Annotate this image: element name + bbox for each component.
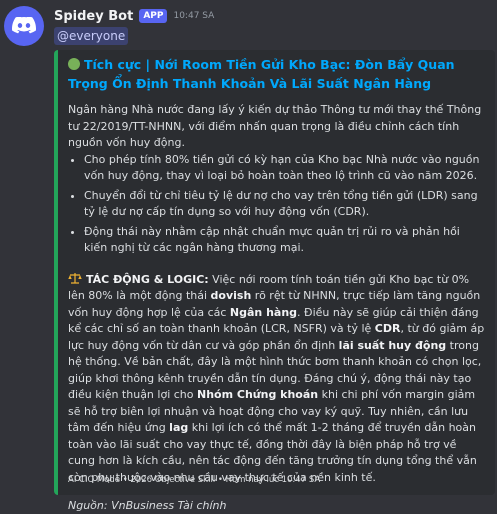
list-item: Cho phép tính 80% tiền gửi có kỳ hạn của… [84, 152, 485, 185]
impact-bold: lãi suất huy động [338, 338, 447, 352]
impact-label: TÁC ĐỘNG & LOGIC: [86, 272, 209, 286]
message-header: Spidey Bot APP 10:47 SA [54, 6, 214, 26]
list-item: Động thái này nhằm cập nhật chuẩn mực qu… [84, 224, 485, 257]
news-embed: Tích cực | Nới Room Tiền Gửi Kho Bạc: Đò… [54, 50, 495, 512]
everyone-mention[interactable]: @everyone [54, 27, 129, 45]
discord-logo-icon [12, 17, 36, 34]
bullet-list: Cho phép tính 80% tiền gửi có kỳ hạn của… [68, 152, 485, 257]
impact-bold: dovish [210, 289, 252, 302]
embed-intro: Ngân hàng Nhà nước đang lấy ý kiến dự th… [68, 103, 482, 149]
message: Spidey Bot APP 10:47 SA @everyone Tích c… [0, 0, 497, 512]
impact-paragraph: TÁC ĐỘNG & LOGIC: Việc nới room tính toá… [68, 272, 485, 487]
impact-bold: lag [169, 421, 189, 434]
app-badge: APP [139, 9, 168, 23]
impact-bold: Nhóm Chứng khoán [197, 388, 319, 401]
embed-title-link[interactable]: Tích cực | Nới Room Tiền Gửi Kho Bạc: Đò… [68, 55, 485, 93]
bot-avatar[interactable] [4, 6, 44, 46]
impact-bold: CDR [374, 322, 401, 335]
green-circle-icon [68, 58, 80, 70]
balance-scale-icon [68, 272, 82, 284]
embed-footer: AI CIO Mode • 2026 Objective Skill • Hôm… [68, 475, 321, 485]
list-item: Chuyển đổi từ chỉ tiêu tỷ lệ dư nợ cho v… [84, 188, 485, 221]
username[interactable]: Spidey Bot [54, 9, 133, 24]
source-credit: Nguồn: VnBusiness Tài chính [68, 499, 227, 512]
timestamp[interactable]: 10:47 SA [173, 11, 214, 21]
impact-bold: Ngân hàng [229, 305, 298, 319]
embed-title-text: Tích cực | Nới Room Tiền Gửi Kho Bạc: Đò… [68, 57, 455, 91]
